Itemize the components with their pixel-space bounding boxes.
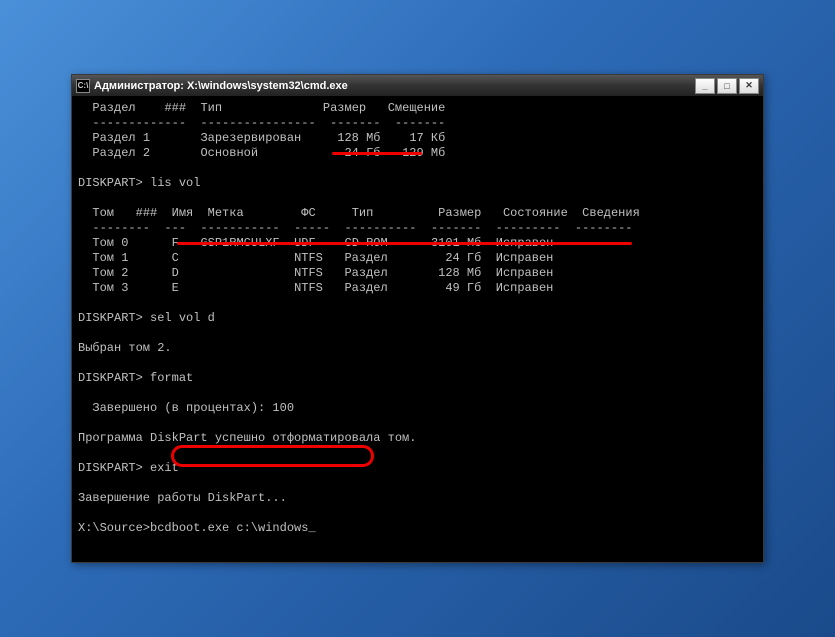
titlebar[interactable]: C:\ Администратор: X:\windows\system32\c… [72, 75, 763, 97]
prompt-line: DISKPART> format [78, 371, 193, 385]
prompt-line: DISKPART> sel vol d [78, 311, 215, 325]
cmd-window: C:\ Администратор: X:\windows\system32\c… [71, 74, 764, 563]
final-prompt: X:\Source> [78, 521, 150, 535]
command-input[interactable]: bcdboot.exe c:\windows [150, 521, 308, 535]
prompt-line: DISKPART> exit [78, 461, 179, 475]
volume-row: Том 2 D NTFS Раздел 128 Мб Исправен [78, 266, 553, 280]
highlight-circle-icon [171, 445, 374, 467]
output-line: Завершено (в процентах): 100 [78, 401, 294, 415]
partition-row: Раздел 1 Зарезервирован 128 Мб 17 Кб [78, 131, 445, 145]
maximize-button[interactable]: □ [717, 78, 737, 94]
window-title: Администратор: X:\windows\system32\cmd.e… [94, 80, 695, 92]
cmd-icon: C:\ [76, 79, 90, 93]
volume-header: Том ### Имя Метка ФС Тип Размер Состояни… [78, 206, 640, 220]
minimize-button[interactable]: _ [695, 78, 715, 94]
volume-row: Том 1 C NTFS Раздел 24 Гб Исправен [78, 251, 553, 265]
partition-header: Раздел ### Тип Размер Смещение [78, 101, 445, 115]
output-line: Программа DiskPart успешно отформатирова… [78, 431, 416, 445]
prompt-line: DISKPART> lis vol [78, 176, 200, 190]
highlight-underline-icon [332, 152, 422, 155]
volume-row: Том 3 E NTFS Раздел 49 Гб Исправен [78, 281, 553, 295]
highlight-underline-icon [177, 242, 632, 245]
output-line: Завершение работы DiskPart... [78, 491, 287, 505]
output-line: Выбран том 2. [78, 341, 172, 355]
cursor: _ [308, 521, 315, 535]
close-button[interactable]: ✕ [739, 78, 759, 94]
window-controls: _ □ ✕ [695, 78, 759, 94]
terminal-output[interactable]: Раздел ### Тип Размер Смещение ---------… [72, 97, 763, 562]
